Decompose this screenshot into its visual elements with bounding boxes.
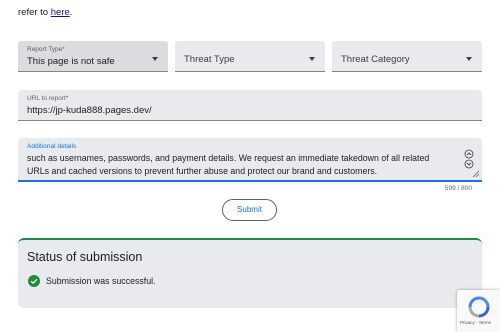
status-title: Status of submission	[27, 250, 143, 264]
report-type-label: Report Type*	[27, 46, 65, 53]
chevron-down-icon	[309, 57, 315, 61]
additional-details-textarea[interactable]: Additional details such as usernames, pa…	[18, 138, 482, 182]
threat-type-select[interactable]: Threat Type	[175, 41, 325, 72]
resize-handle-icon[interactable]	[472, 170, 479, 177]
check-circle-icon	[28, 275, 40, 287]
intro-text: refer to here.	[18, 7, 72, 18]
threat-category-placeholder: Threat Category	[341, 54, 410, 65]
report-type-value: This page is not safe	[27, 56, 115, 67]
threat-type-placeholder: Threat Type	[184, 54, 235, 65]
url-field-label: URL to report*	[27, 95, 69, 102]
details-line-1: such as usernames, passwords, and paymen…	[27, 153, 430, 163]
threat-category-select[interactable]: Threat Category	[332, 41, 482, 72]
chevron-down-icon	[152, 57, 158, 61]
details-line-2: URLs and cached versions to prevent furt…	[27, 166, 378, 176]
additional-details-label: Additional details	[27, 143, 77, 150]
intro-prefix: refer to	[18, 7, 51, 18]
character-counter: 599 / 800	[444, 185, 472, 192]
submit-button[interactable]: Submit	[222, 199, 277, 221]
status-card: Status of submission Submission was succ…	[18, 238, 482, 308]
recaptcha-links[interactable]: Privacy - Terms	[460, 320, 491, 325]
chevron-down-icon	[466, 57, 472, 61]
scroll-spinner-icon[interactable]	[464, 149, 474, 169]
here-link[interactable]: here	[51, 7, 70, 18]
recaptcha-icon	[468, 296, 490, 318]
status-message: Submission was successful.	[46, 276, 156, 286]
url-field-value: https://jp-kuda888.pages.dev/	[27, 105, 152, 116]
recaptcha-badge[interactable]: Privacy - Terms	[457, 290, 500, 332]
intro-suffix: .	[69, 7, 73, 18]
additional-details-text: such as usernames, passwords, and paymen…	[27, 152, 447, 178]
url-field[interactable]: URL to report* https://jp-kuda888.pages.…	[18, 90, 482, 121]
report-type-select[interactable]: Report Type* This page is not safe	[18, 41, 168, 72]
